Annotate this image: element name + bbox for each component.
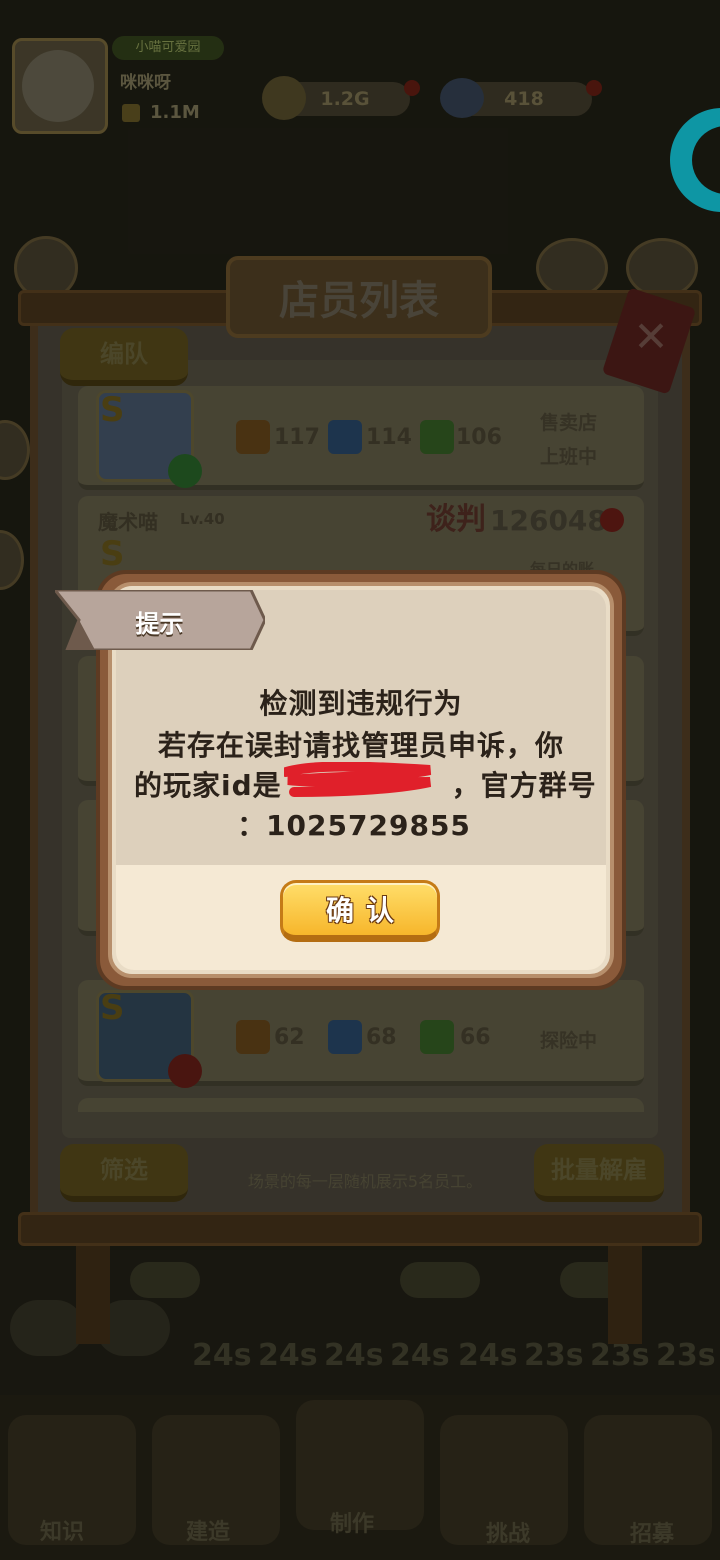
dialog-message-line: ：1025729855 — [237, 809, 471, 842]
dialog-message-line: 检测到违规行为 — [259, 687, 463, 720]
dialog-group-label: ，官方群号 — [451, 769, 597, 802]
redaction-scribble — [284, 762, 432, 797]
dialog-message-line: 若存在误封请找管理员申诉，你 — [157, 729, 564, 762]
dialog-id-prefix: 的玩家id是 — [134, 769, 282, 802]
dialog-badge-label: 提示 — [135, 610, 184, 638]
confirm-button-label: 确认 — [325, 894, 406, 927]
